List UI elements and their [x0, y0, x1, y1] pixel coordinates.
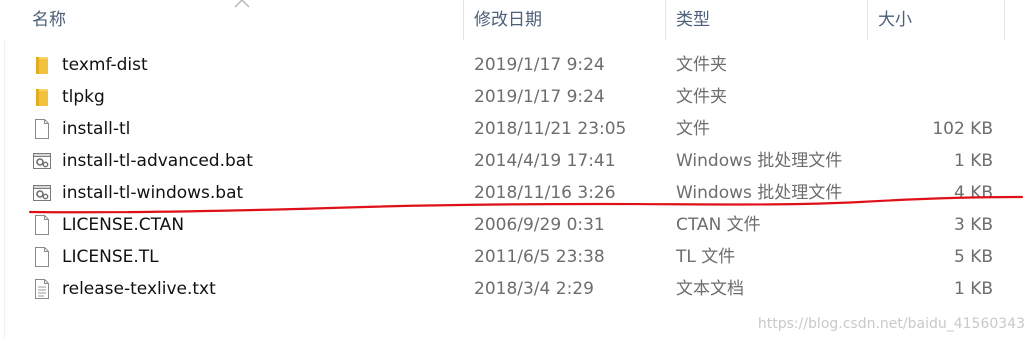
file-size: 1 KB	[953, 279, 993, 299]
file-type: CTAN 文件	[676, 215, 761, 235]
file-name: tlpkg	[62, 87, 105, 107]
file-type: 文本文档	[676, 279, 744, 299]
column-header-name[interactable]: 名称	[32, 0, 66, 40]
file-row[interactable]: install-tl 2018/11/21 23:05 文件 102 KB	[0, 113, 1033, 145]
file-row[interactable]: install-tl-advanced.bat 2014/4/19 17:41 Wi…	[0, 145, 1033, 177]
file-type: Windows 批处理文件	[676, 151, 843, 171]
file-type: 文件	[676, 119, 710, 139]
file-name: install-tl-windows.bat	[62, 183, 244, 203]
file-date-modified: 2011/6/5 23:38	[474, 247, 605, 267]
column-divider[interactable]	[867, 0, 868, 40]
file-row[interactable]: texmf-dist 2019/1/17 9:24 文件夹	[0, 49, 1033, 81]
file-explorer-window: 名称 修改日期 类型 大小 texmf-dist 2019/1/17 9:24 文件…	[0, 0, 1033, 338]
column-divider[interactable]	[665, 0, 666, 40]
file-name: release-texlive.txt	[62, 279, 216, 299]
file-type: 文件夹	[676, 87, 727, 107]
file-row[interactable]: install-tl-windows.bat 2018/11/16 3:26 Win…	[0, 177, 1033, 209]
file-icon	[31, 214, 53, 236]
file-row[interactable]: LICENSE.TL 2011/6/5 23:38 TL 文件 5 KB	[0, 241, 1033, 273]
file-date-modified: 2018/11/21 23:05	[474, 119, 627, 139]
file-name: install-tl-advanced.bat	[62, 151, 253, 171]
file-name: install-tl	[62, 119, 131, 139]
column-header-size[interactable]: 大小	[878, 0, 912, 40]
file-row[interactable]: LICENSE.CTAN 2006/9/29 0:31 CTAN 文件 3 KB	[0, 209, 1033, 241]
file-size: 3 KB	[953, 215, 993, 235]
file-date-modified: 2006/9/29 0:31	[474, 215, 605, 235]
file-icon	[31, 246, 53, 268]
column-header-bar: 名称 修改日期 类型 大小	[0, 0, 1033, 40]
file-size: 5 KB	[953, 247, 993, 267]
file-date-modified: 2019/1/17 9:24	[474, 55, 605, 75]
file-name: LICENSE.TL	[62, 247, 159, 267]
sort-ascending-icon	[234, 0, 250, 8]
folder-icon	[31, 54, 53, 76]
file-size: 102 KB	[932, 119, 993, 139]
column-divider[interactable]	[1004, 0, 1005, 40]
watermark-text: https://blog.csdn.net/baidu_41560343	[757, 316, 1025, 332]
batch-file-icon	[31, 150, 53, 172]
file-row[interactable]: release-texlive.txt 2018/3/4 2:29 文本文档 1 KB	[0, 273, 1033, 305]
folder-icon	[31, 86, 53, 108]
file-date-modified: 2018/11/16 3:26	[474, 183, 616, 203]
file-row[interactable]: tlpkg 2019/1/17 9:24 文件夹	[0, 81, 1033, 113]
column-header-date[interactable]: 修改日期	[474, 0, 542, 40]
file-name: LICENSE.CTAN	[62, 215, 185, 235]
file-date-modified: 2018/3/4 2:29	[474, 279, 594, 299]
column-header-type[interactable]: 类型	[676, 0, 710, 40]
file-type: 文件夹	[676, 55, 727, 75]
file-icon	[31, 118, 53, 140]
file-date-modified: 2014/4/19 17:41	[474, 151, 616, 171]
batch-file-icon	[31, 182, 53, 204]
file-type: Windows 批处理文件	[676, 183, 843, 203]
file-type: TL 文件	[676, 247, 736, 267]
file-size: 1 KB	[953, 151, 993, 171]
file-name: texmf-dist	[62, 55, 148, 75]
file-size: 4 KB	[953, 183, 993, 203]
text-document-icon	[31, 278, 53, 300]
column-divider[interactable]	[463, 0, 464, 40]
file-date-modified: 2019/1/17 9:24	[474, 87, 605, 107]
